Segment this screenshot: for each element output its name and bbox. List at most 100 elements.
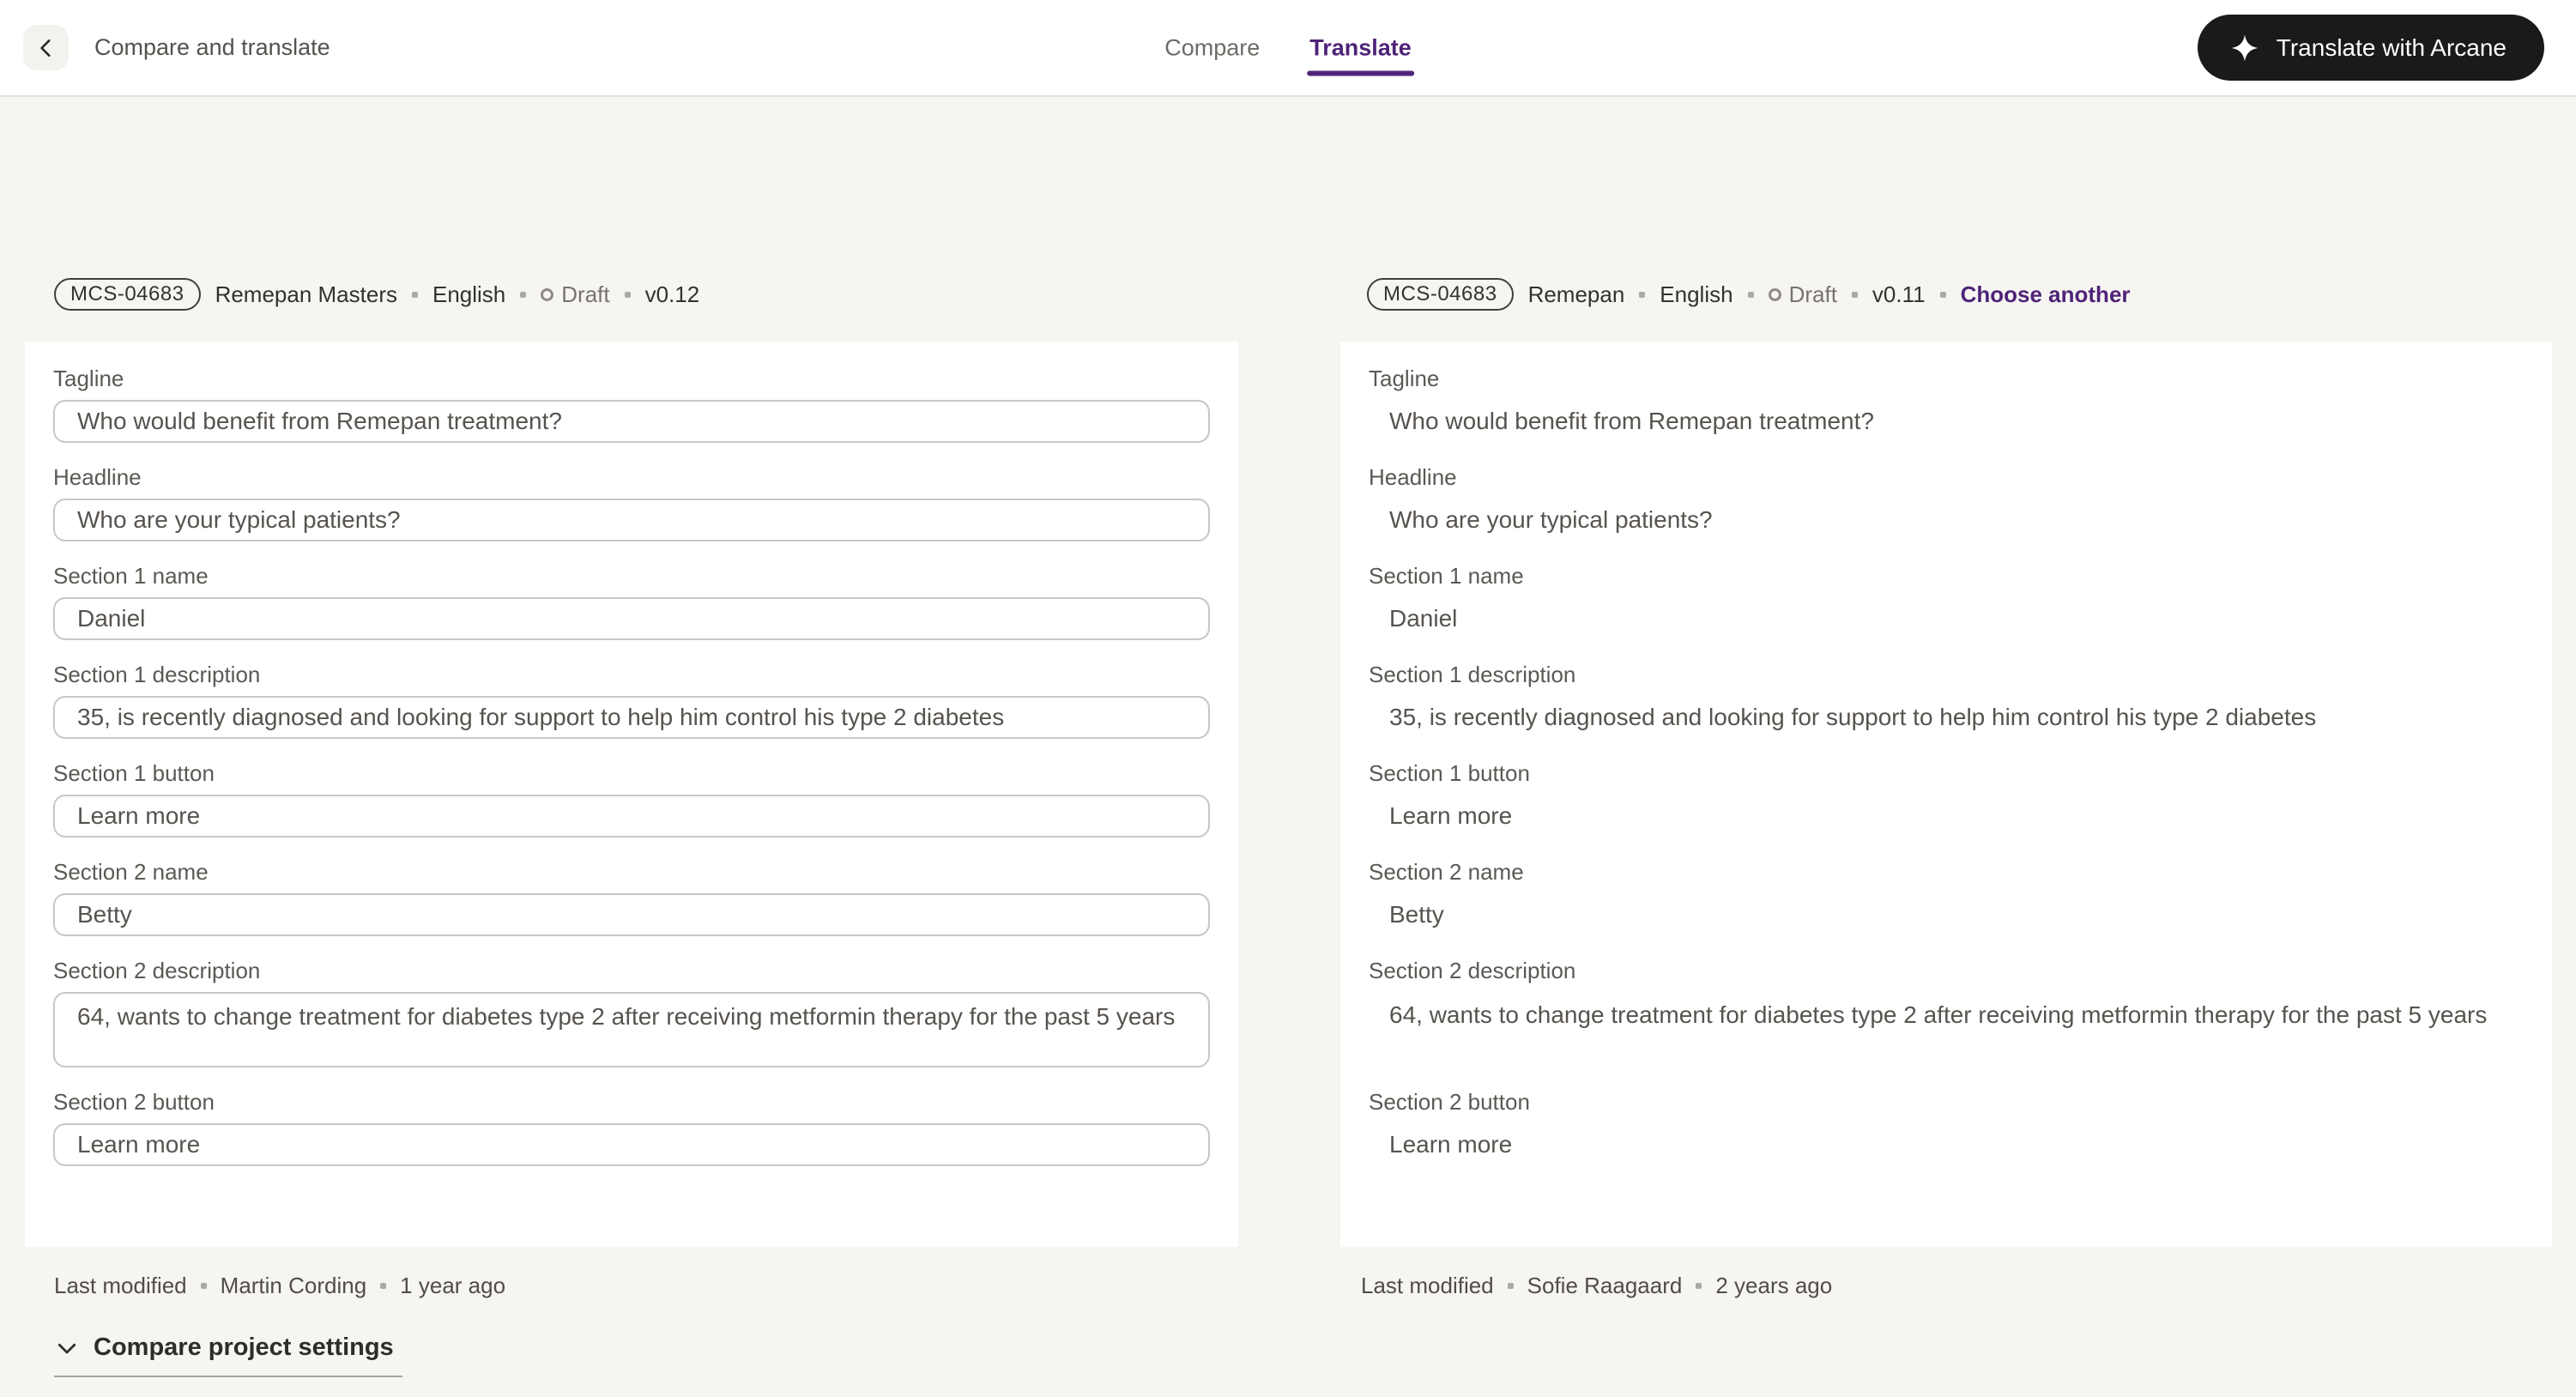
last-modified-label: Last modified — [1361, 1273, 1494, 1299]
field-tagline: Tagline Who would benefit from Remepan t… — [53, 366, 1210, 443]
field-section-2-name: Section 2 name Betty — [53, 859, 1210, 936]
section-1-name-value: Daniel — [1369, 597, 2524, 640]
field-section-1-description: Section 1 description 35, is recently di… — [1369, 662, 2524, 739]
section-2-button-input[interactable]: Learn more — [53, 1123, 1210, 1166]
section-1-button-label: Section 1 button — [53, 760, 1210, 787]
section-2-button-label: Section 2 button — [1369, 1089, 2524, 1116]
section-2-button-value: Learn more — [1369, 1123, 2524, 1166]
target-meta-row: MCS-04683 Remepan English Draft v0.11 Ch… — [1367, 278, 2552, 311]
tab-translate[interactable]: Translate — [1309, 34, 1412, 61]
target-project-name: Remepan — [1528, 281, 1625, 308]
section-1-name-input[interactable]: Daniel — [53, 597, 1210, 640]
tab-compare[interactable]: Compare — [1164, 34, 1260, 61]
section-1-name-label: Section 1 name — [1369, 563, 2524, 590]
dot-separator — [1748, 292, 1754, 298]
back-button[interactable] — [23, 25, 69, 70]
source-id-badge: MCS-04683 — [54, 278, 201, 311]
field-headline: Headline Who are your typical patients? — [53, 464, 1210, 541]
source-status-label: Draft — [561, 281, 609, 308]
target-column: MCS-04683 Remepan English Draft v0.11 Ch… — [1340, 278, 2552, 1377]
source-last-modified: Last modified Martin Cording 1 year ago — [54, 1273, 1238, 1299]
main-content: MCS-04683 Remepan Masters English Draft … — [0, 97, 2576, 1377]
last-modified-label: Last modified — [54, 1273, 187, 1299]
section-2-name-label: Section 2 name — [1369, 859, 2524, 886]
chevron-down-icon — [54, 1335, 80, 1361]
dot-separator — [201, 1283, 207, 1289]
header-left-group: Compare and translate — [23, 25, 330, 70]
headline-value: Who are your typical patients? — [1369, 499, 2524, 541]
dot-separator — [1852, 292, 1858, 298]
field-headline: Headline Who are your typical patients? — [1369, 464, 2524, 541]
tagline-input[interactable]: Who would benefit from Remepan treatment… — [53, 400, 1210, 443]
section-1-button-label: Section 1 button — [1369, 760, 2524, 787]
section-2-description-value: 64, wants to change treatment for diabet… — [1369, 992, 2510, 1067]
field-tagline: Tagline Who would benefit from Remepan t… — [1369, 366, 2524, 443]
target-language: English — [1660, 281, 1732, 308]
last-modified-author: Sofie Raagaard — [1527, 1273, 1683, 1299]
field-section-2-description: Section 2 description 64, wants to chang… — [1369, 958, 2524, 1067]
compare-project-settings-toggle[interactable]: Compare project settings — [54, 1334, 402, 1377]
section-2-description-input[interactable]: 64, wants to change treatment for diabet… — [53, 992, 1210, 1067]
dot-separator — [1940, 292, 1946, 298]
section-1-name-label: Section 1 name — [53, 563, 1210, 590]
section-1-description-label: Section 1 description — [1369, 662, 2524, 688]
target-status: Draft — [1769, 281, 1837, 308]
choose-another-link[interactable]: Choose another — [1961, 281, 2131, 308]
headline-input[interactable]: Who are your typical patients? — [53, 499, 1210, 541]
sparkle-icon — [2230, 33, 2259, 63]
arcane-button-label: Translate with Arcane — [2277, 34, 2506, 62]
section-2-name-label: Section 2 name — [53, 859, 1210, 886]
header-tabs: Compare Translate — [1164, 34, 1412, 61]
section-2-description-label: Section 2 description — [53, 958, 1210, 984]
section-1-button-input[interactable]: Learn more — [53, 795, 1210, 838]
last-modified-time: 2 years ago — [1715, 1273, 1832, 1299]
section-2-button-label: Section 2 button — [53, 1089, 1210, 1116]
dot-separator — [412, 292, 418, 298]
target-card: Tagline Who would benefit from Remepan t… — [1340, 342, 2552, 1247]
field-section-1-name: Section 1 name Daniel — [1369, 563, 2524, 640]
draft-status-icon — [541, 288, 553, 301]
draft-status-icon — [1769, 288, 1781, 301]
source-status: Draft — [541, 281, 609, 308]
dot-separator — [520, 292, 526, 298]
section-1-description-value: 35, is recently diagnosed and looking fo… — [1369, 696, 2524, 739]
field-section-2-description: Section 2 description 64, wants to chang… — [53, 958, 1210, 1067]
headline-label: Headline — [1369, 464, 2524, 491]
section-1-button-value: Learn more — [1369, 795, 2524, 838]
field-section-1-button: Section 1 button Learn more — [53, 760, 1210, 838]
chevron-left-icon — [35, 37, 57, 59]
dot-separator — [380, 1283, 386, 1289]
field-section-1-button: Section 1 button Learn more — [1369, 760, 2524, 838]
section-2-name-value: Betty — [1369, 893, 2524, 936]
last-modified-author: Martin Cording — [221, 1273, 367, 1299]
source-language: English — [432, 281, 505, 308]
field-section-2-button: Section 2 button Learn more — [53, 1089, 1210, 1166]
top-header: Compare and translate Compare Translate … — [0, 0, 2576, 97]
dot-separator — [1508, 1283, 1514, 1289]
source-card: Tagline Who would benefit from Remepan t… — [25, 342, 1238, 1247]
target-last-modified: Last modified Sofie Raagaard 2 years ago — [1361, 1273, 2552, 1299]
source-project-name: Remepan Masters — [215, 281, 397, 308]
source-meta-row: MCS-04683 Remepan Masters English Draft … — [54, 278, 1238, 311]
dot-separator — [625, 292, 631, 298]
tagline-value: Who would benefit from Remepan treatment… — [1369, 400, 2524, 443]
source-version: v0.12 — [645, 281, 700, 308]
last-modified-time: 1 year ago — [400, 1273, 505, 1299]
field-section-2-button: Section 2 button Learn more — [1369, 1089, 2524, 1166]
target-id-badge: MCS-04683 — [1367, 278, 1514, 311]
section-1-description-input[interactable]: 35, is recently diagnosed and looking fo… — [53, 696, 1210, 739]
compare-project-settings-label: Compare project settings — [94, 1334, 394, 1362]
headline-label: Headline — [53, 464, 1210, 491]
tagline-label: Tagline — [1369, 366, 2524, 392]
page-title: Compare and translate — [94, 34, 330, 61]
target-status-label: Draft — [1789, 281, 1837, 308]
dot-separator — [1696, 1283, 1702, 1289]
source-column: MCS-04683 Remepan Masters English Draft … — [25, 278, 1238, 1377]
section-2-description-label: Section 2 description — [1369, 958, 2524, 984]
dot-separator — [1639, 292, 1645, 298]
translate-with-arcane-button[interactable]: Translate with Arcane — [2198, 15, 2544, 81]
section-1-description-label: Section 1 description — [53, 662, 1210, 688]
field-section-1-name: Section 1 name Daniel — [53, 563, 1210, 640]
tagline-label: Tagline — [53, 366, 1210, 392]
section-2-name-input[interactable]: Betty — [53, 893, 1210, 936]
